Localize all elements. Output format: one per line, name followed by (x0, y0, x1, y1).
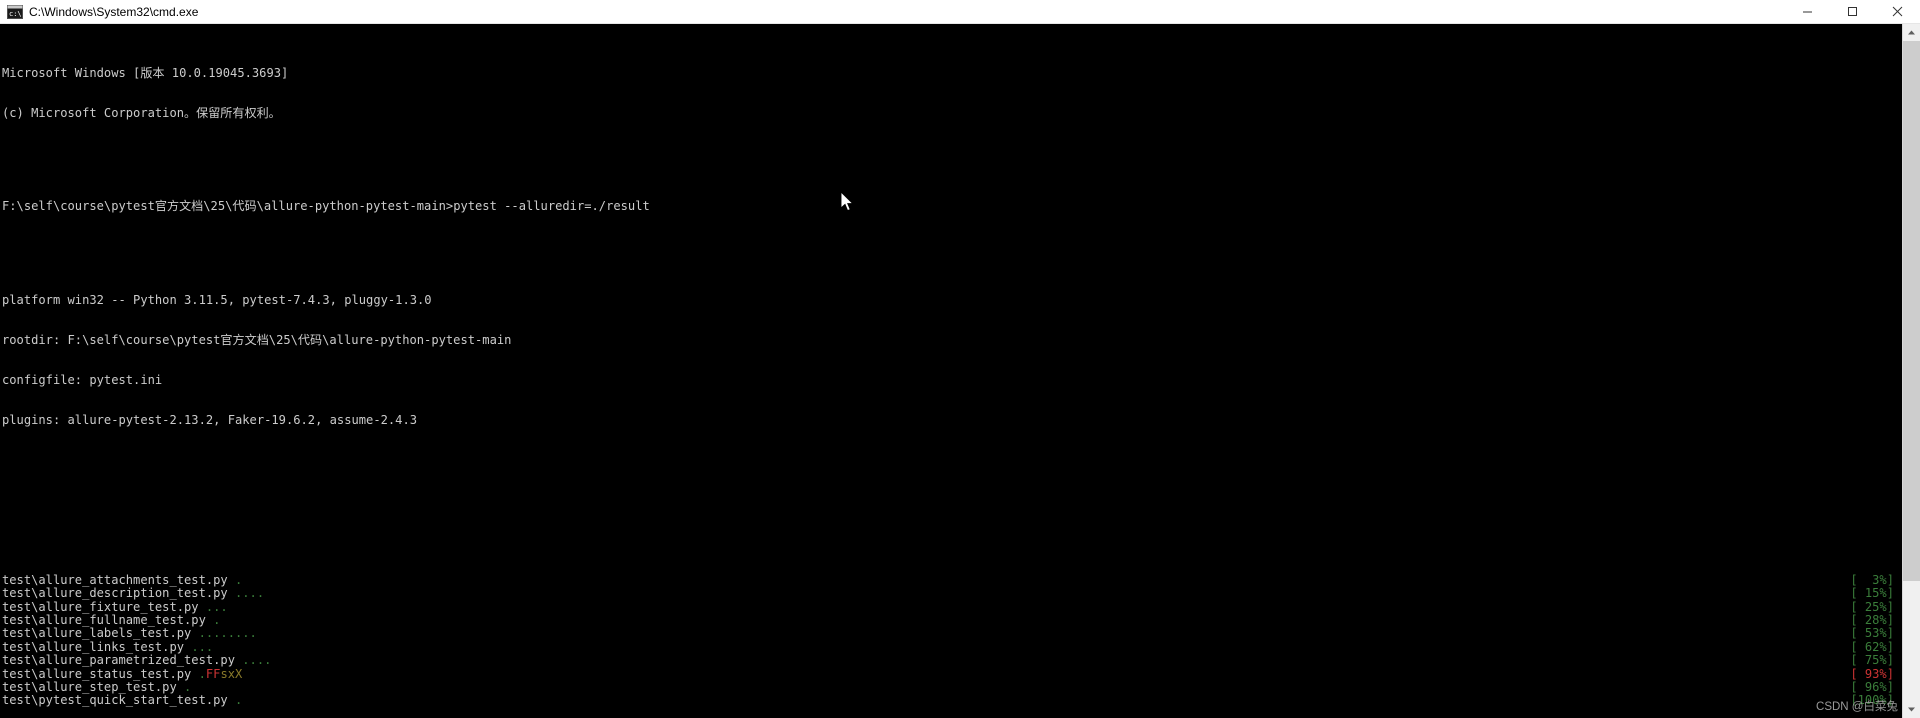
test-marks: ... (191, 639, 214, 654)
test-progress-list: test\allure_attachments_test.py .[ 3%] te… (2, 573, 1902, 708)
console-output[interactable]: Microsoft Windows [版本 10.0.19045.3693] (… (0, 24, 1902, 718)
test-progress-percent: [ 75%] (1850, 653, 1894, 668)
scroll-down-arrow-icon[interactable] (1903, 701, 1920, 718)
mark-xpassed: X (235, 666, 243, 681)
test-progress-percent: [ 53%] (1850, 626, 1894, 641)
test-marks: .... (235, 586, 265, 601)
test-file-name: test\allure_labels_test.py (2, 626, 192, 641)
test-marks: ... (205, 599, 228, 614)
console-blank (2, 241, 1902, 254)
mark-failed: FF (205, 666, 221, 681)
minimize-button[interactable] (1785, 0, 1830, 23)
test-progress-row: test\allure_attachments_test.py . [ 3%] (2, 573, 1902, 588)
console-line-rootdir: rootdir: F:\self\course\pytest官方文档\25\代码… (2, 332, 512, 347)
console-blank (2, 467, 1902, 480)
test-marks: .... (242, 653, 272, 668)
test-progress-row: test\allure_fullname_test.py . [ 28%] (2, 613, 1902, 628)
cmd-console-icon: c:\ (7, 4, 23, 20)
window-controls (1785, 0, 1920, 23)
watermark-text: CSDN @白菜兔 (1816, 701, 1898, 713)
console-blank (2, 147, 1902, 160)
test-file-name: test\allure_attachments_test.py (2, 573, 228, 588)
test-file-name: test\allure_fixture_test.py (2, 599, 199, 614)
test-progress-row: test\pytest_quick_start_test.py . [100%] (2, 693, 1902, 708)
test-marks: . (235, 693, 243, 708)
console-area: Microsoft Windows [版本 10.0.19045.3693] (… (0, 24, 1920, 718)
test-progress-percent: [ 96%] (1850, 679, 1894, 694)
test-file-name: test\allure_status_test.py (2, 666, 192, 681)
console-scrollbar[interactable] (1902, 24, 1920, 718)
test-progress-percent: [ 3%] (1850, 573, 1894, 588)
test-progress-row: test\allure_links_test.py ... [ 62%] (2, 639, 1902, 654)
test-file-name: test\allure_parametrized_test.py (2, 653, 235, 668)
scroll-up-arrow-icon[interactable] (1903, 24, 1920, 41)
console-line-configfile: configfile: pytest.ini (2, 372, 163, 387)
test-progress-row: test\allure_parametrized_test.py .... [ 7… (2, 653, 1902, 668)
test-progress-percent: [ 15%] (1850, 586, 1894, 601)
test-progress-percent: [ 28%] (1850, 613, 1894, 628)
maximize-button[interactable] (1830, 0, 1875, 23)
console-line-plugins: plugins: allure-pytest-2.13.2, Faker-19.… (2, 412, 418, 427)
test-file-name: test\allure_fullname_test.py (2, 613, 206, 628)
test-marks: . (213, 613, 221, 628)
console-line-platform: platform win32 -- Python 3.11.5, pytest-… (2, 292, 432, 307)
test-file-name: test\allure_description_test.py (2, 586, 228, 601)
test-progress-row: test\allure_description_test.py .... [ 15… (2, 586, 1902, 601)
console-line-copyright: (c) Microsoft Corporation。保留所有权利。 (2, 106, 281, 121)
mark-passed: . (198, 666, 206, 681)
test-file-name: test\allure_links_test.py (2, 639, 185, 654)
close-button[interactable] (1875, 0, 1920, 23)
test-progress-row: test\allure_step_test.py . [ 96%] (2, 679, 1902, 694)
svg-text:c:\: c:\ (9, 10, 22, 18)
console-line-prompt-command: F:\self\course\pytest官方文档\25\代码\allure-p… (2, 200, 1902, 213)
test-progress-percent: [ 93%] (1850, 666, 1894, 681)
console-line-os-version: Microsoft Windows [版本 10.0.19045.3693] (2, 66, 289, 81)
test-file-name: test\pytest_quick_start_test.py (2, 693, 228, 708)
test-marks: ........ (198, 626, 257, 641)
test-progress-percent: [ 25%] (1850, 599, 1894, 614)
prompt-path: F:\self\course\pytest官方文档\25\代码\allure-p… (2, 199, 454, 214)
test-progress-percent: [ 62%] (1850, 639, 1894, 654)
test-marks: . (235, 573, 243, 588)
scrollbar-thumb[interactable] (1903, 41, 1920, 581)
cmd-window: c:\ C:\Windows\System32\cmd.exe Microsof… (0, 0, 1920, 718)
test-marks: . (184, 679, 192, 694)
test-progress-row: test\allure_status_test.py .FFsxX [ 93%] (2, 666, 1902, 681)
mark-xfailed: x (227, 666, 235, 681)
test-progress-row: test\allure_labels_test.py ........ [ 53%… (2, 626, 1902, 641)
scrollbar-track[interactable] (1903, 41, 1920, 701)
window-title: C:\Windows\System32\cmd.exe (29, 4, 199, 19)
mark-skipped: s (220, 666, 228, 681)
window-titlebar[interactable]: c:\ C:\Windows\System32\cmd.exe (0, 0, 1920, 24)
console-blank (2, 507, 1902, 520)
test-progress-row: test\allure_fixture_test.py ... [ 25%] (2, 599, 1902, 614)
prompt-command-text: pytest --alluredir=./result (453, 199, 650, 214)
titlebar-left-group: c:\ C:\Windows\System32\cmd.exe (0, 4, 1785, 20)
test-file-name: test\allure_step_test.py (2, 679, 177, 694)
